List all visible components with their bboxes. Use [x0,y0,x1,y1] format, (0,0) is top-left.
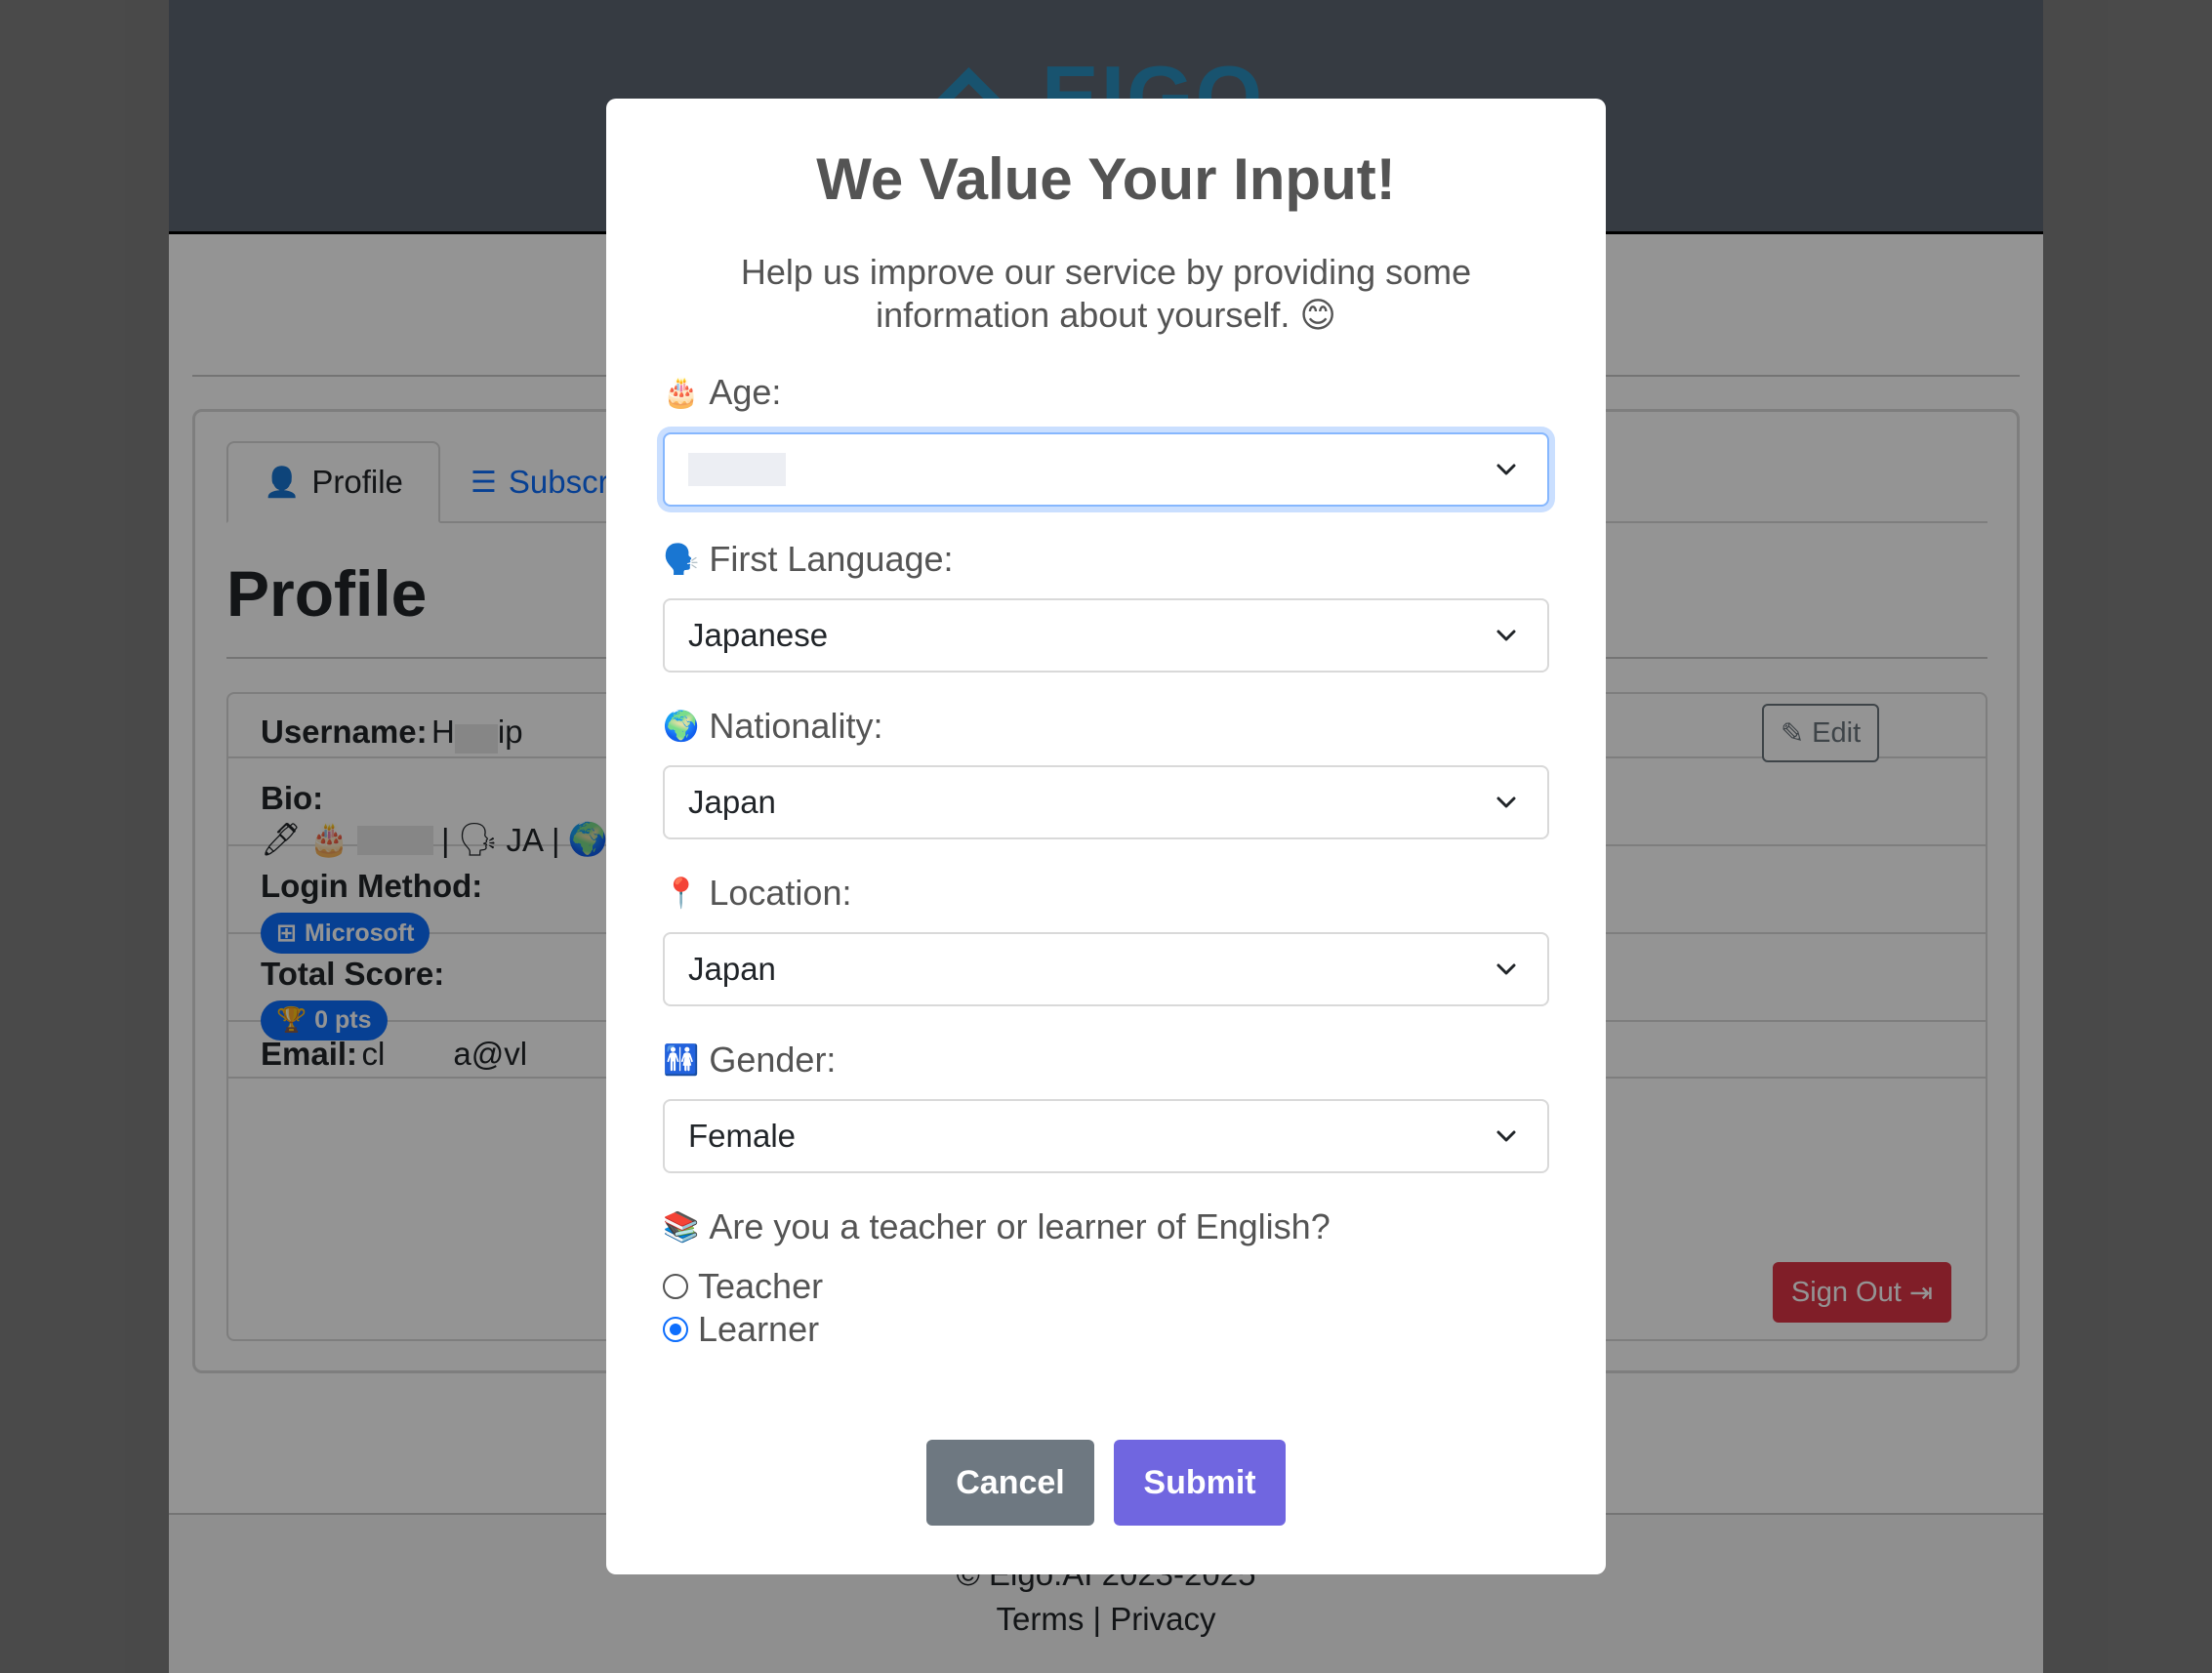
chevron-down-icon [1496,1130,1516,1142]
cake-icon: 🎂 [663,376,700,409]
first-language-value: Japanese [688,617,829,653]
chevron-down-icon [1496,630,1516,641]
age-select[interactable] [663,432,1549,507]
location-label-text: Location: [709,873,852,913]
survey-modal: We Value Your Input! Help us improve our… [606,99,1606,1574]
speaking-head-icon: 🗣️ [663,543,700,576]
chevron-down-icon [1496,963,1516,975]
teacher-radio[interactable] [663,1274,688,1299]
first-language-label: 🗣️ First Language: [663,539,954,580]
gender-label: 🚻 Gender: [663,1040,836,1081]
role-option-teacher[interactable]: Teacher [663,1266,823,1307]
learner-radio[interactable] [663,1317,688,1342]
gender-value: Female [688,1118,797,1154]
role-option-learner[interactable]: Learner [663,1309,819,1350]
location-select[interactable]: Japan [663,932,1549,1006]
modal-title: We Value Your Input! [816,146,1396,212]
nationality-value: Japan [688,784,776,820]
nationality-label-text: Nationality: [709,706,883,746]
age-value-redaction [688,453,786,486]
cancel-button[interactable]: Cancel [926,1440,1094,1526]
nationality-select[interactable]: Japan [663,765,1549,839]
restroom-icon: 🚻 [663,1043,700,1077]
chevron-down-icon [1496,464,1516,475]
gender-select[interactable]: Female [663,1099,1549,1173]
modal-subtitle: Help us improve our service by providing… [740,252,1472,335]
pin-icon: 📍 [663,877,700,910]
location-label: 📍 Location: [663,873,851,914]
learner-label: Learner [698,1309,820,1349]
location-value: Japan [688,951,776,987]
first-language-label-text: First Language: [709,539,954,579]
first-language-select[interactable]: Japanese [663,598,1549,673]
globe-icon: 🌍 [663,710,700,743]
submit-button[interactable]: Submit [1114,1440,1286,1526]
age-label-text: Age: [709,372,782,412]
role-question-label: 📚 Are you a teacher or learner of Englis… [663,1206,1331,1247]
nationality-label: 🌍 Nationality: [663,706,882,747]
teacher-label: Teacher [698,1266,824,1306]
role-question-text: Are you a teacher or learner of English? [709,1206,1331,1246]
books-icon: 📚 [663,1210,700,1244]
chevron-down-icon [1496,796,1516,808]
gender-label-text: Gender: [709,1040,837,1080]
age-label: 🎂 Age: [663,372,781,413]
